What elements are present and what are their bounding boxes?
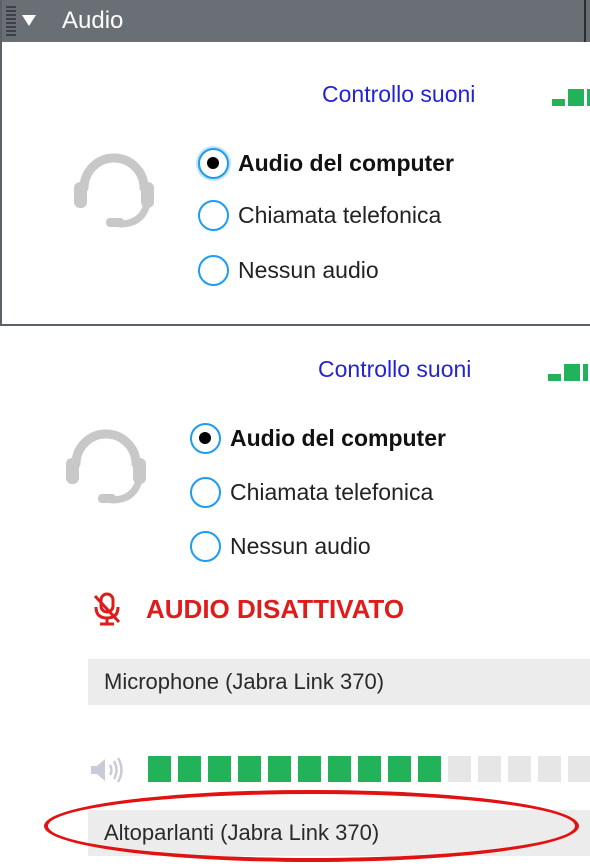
microphone-muted-icon[interactable]: [92, 592, 122, 626]
radio-button[interactable]: [190, 477, 221, 508]
radio-computer-audio[interactable]: Audio del computer: [190, 423, 446, 454]
speaker-level-meter: [148, 756, 590, 782]
mic-level-indicator: [548, 361, 590, 381]
level-segment: [178, 756, 201, 782]
header-divider: [584, 0, 586, 42]
radio-button-selected[interactable]: [190, 423, 221, 454]
level-segment: [328, 756, 351, 782]
radio-label: Chiamata telefonica: [230, 479, 434, 505]
radio-button-selected[interactable]: [198, 148, 229, 179]
radio-label: Audio del computer: [230, 425, 446, 451]
level-segment: [538, 756, 561, 782]
sound-check-link[interactable]: Controllo suoni: [322, 80, 475, 108]
microphone-device-select[interactable]: Microphone (Jabra Link 370): [88, 659, 590, 705]
level-segment: [268, 756, 291, 782]
level-segment: [148, 756, 171, 782]
level-segment: [568, 756, 590, 782]
collapse-triangle-icon[interactable]: [22, 15, 36, 26]
radio-label: Chiamata telefonica: [238, 202, 442, 228]
level-segment: [418, 756, 441, 782]
audio-muted-indicator[interactable]: AUDIO DISATTIVATO: [92, 592, 404, 626]
level-segment: [238, 756, 261, 782]
level-segment: [298, 756, 321, 782]
panel-title: Audio: [62, 7, 124, 34]
speaker-volume-icon[interactable]: [88, 755, 126, 785]
level-segment: [208, 756, 231, 782]
radio-label: Audio del computer: [238, 150, 454, 176]
radio-button[interactable]: [198, 200, 229, 231]
level-segment: [448, 756, 471, 782]
radio-no-audio[interactable]: Nessun audio: [190, 531, 371, 562]
level-segment: [508, 756, 531, 782]
radio-computer-audio[interactable]: Audio del computer: [198, 148, 454, 179]
radio-phone-call[interactable]: Chiamata telefonica: [190, 477, 433, 508]
headset-icon: [66, 429, 146, 504]
drag-grip-icon[interactable]: [6, 6, 16, 36]
radio-label: Nessun audio: [238, 257, 379, 283]
sound-check-link[interactable]: Controllo suoni: [318, 355, 471, 383]
level-segment: [358, 756, 381, 782]
level-segment: [388, 756, 411, 782]
radio-no-audio[interactable]: Nessun audio: [198, 255, 379, 286]
radio-phone-call[interactable]: Chiamata telefonica: [198, 200, 441, 231]
mic-level-indicator: [552, 86, 590, 106]
radio-button[interactable]: [198, 255, 229, 286]
radio-button[interactable]: [190, 531, 221, 562]
level-segment: [478, 756, 501, 782]
headset-icon: [74, 153, 154, 228]
audio-muted-label: AUDIO DISATTIVATO: [146, 593, 405, 624]
radio-label: Nessun audio: [230, 533, 371, 559]
speaker-device-select[interactable]: Altoparlanti (Jabra Link 370): [88, 810, 590, 856]
audio-panel-header[interactable]: Audio: [2, 0, 590, 42]
audio-panel-expanded: Audio Controllo suoni Audio del computer…: [0, 0, 590, 326]
